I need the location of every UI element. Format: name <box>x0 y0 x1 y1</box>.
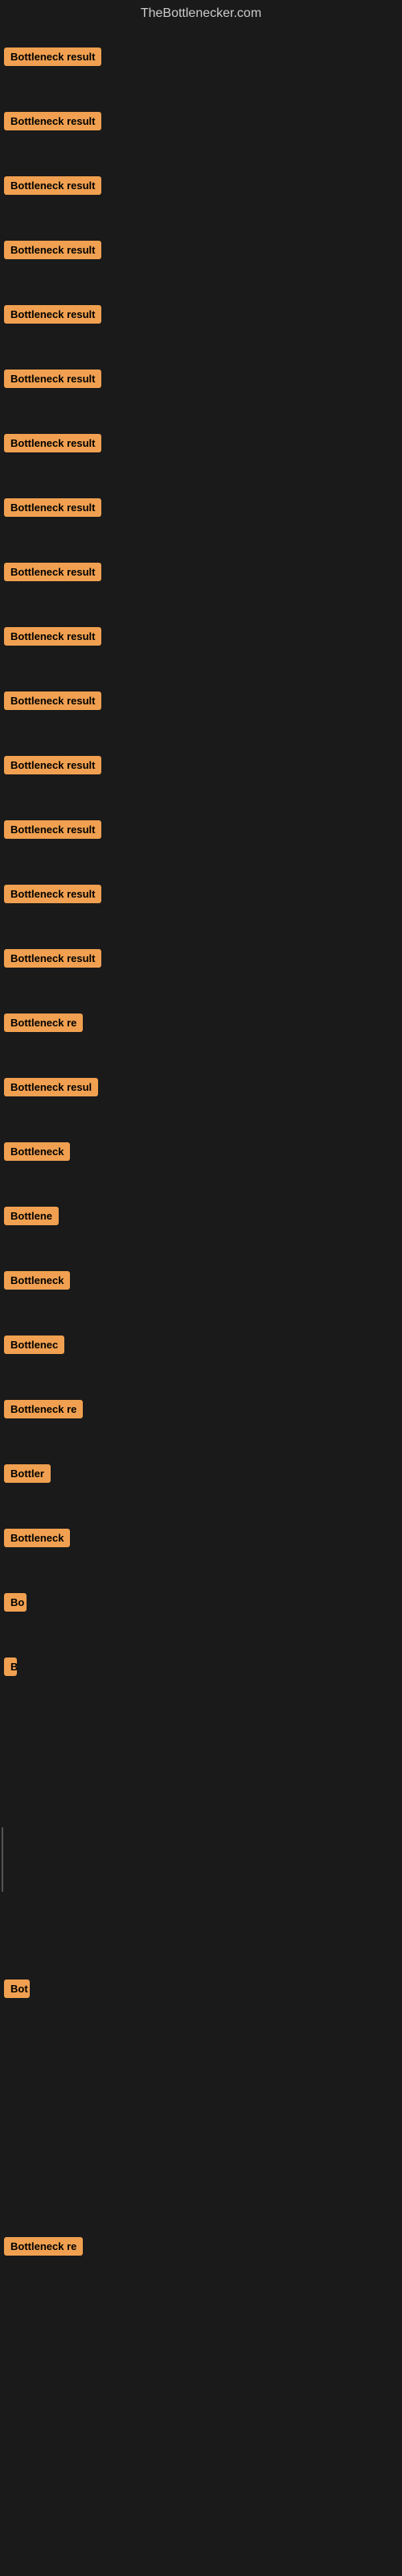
bottleneck-result-badge[interactable]: Bottleneck <box>4 1271 70 1290</box>
result-row: Bottleneck result <box>0 153 402 217</box>
result-row: Bottleneck result <box>0 733 402 797</box>
bottleneck-result-badge[interactable]: Bottleneck result <box>4 820 101 839</box>
result-row <box>0 1699 402 1763</box>
bottleneck-result-badge[interactable]: Bottleneck <box>4 1529 70 1547</box>
result-row: Bottlenec <box>0 1312 402 1377</box>
bottleneck-result-badge[interactable]: Bottleneck result <box>4 691 101 710</box>
result-row: Bottleneck re <box>0 2214 402 2278</box>
result-row: Bottlene <box>0 1183 402 1248</box>
bottleneck-result-badge[interactable]: Bottleneck result <box>4 47 101 66</box>
results-container: Bottleneck result Bottleneck result Bottle… <box>0 24 402 2471</box>
result-row: Bottleneck result <box>0 346 402 411</box>
bottleneck-result-badge[interactable]: Bottleneck result <box>4 563 101 581</box>
result-row <box>0 2085 402 2149</box>
bottleneck-result-badge[interactable]: Bottleneck re <box>4 2237 83 2256</box>
result-row: Bottleneck resul <box>0 1055 402 1119</box>
result-row: Bottleneck <box>0 1248 402 1312</box>
site-header: TheBottlenecker.com <box>0 0 402 24</box>
result-row: B <box>0 1634 402 1699</box>
result-row <box>0 2343 402 2407</box>
result-row: Bottleneck <box>0 1119 402 1183</box>
result-row: Bottleneck result <box>0 926 402 990</box>
bottleneck-result-badge[interactable]: Bottlenec <box>4 1335 64 1354</box>
bottleneck-result-badge[interactable]: Bottleneck result <box>4 112 101 130</box>
result-row: Bottleneck result <box>0 861 402 926</box>
result-row: Bot <box>0 1956 402 2021</box>
bottleneck-result-badge[interactable]: Bottleneck result <box>4 434 101 452</box>
bottleneck-result-badge[interactable]: Bottleneck result <box>4 885 101 903</box>
bottleneck-result-badge[interactable]: Bottleneck re <box>4 1013 83 1032</box>
result-row: Bottleneck result <box>0 282 402 346</box>
result-row: Bottleneck result <box>0 797 402 861</box>
bottleneck-result-badge[interactable]: Bottleneck result <box>4 176 101 195</box>
bottleneck-result-badge[interactable]: Bottleneck result <box>4 241 101 259</box>
result-row: Bottleneck result <box>0 604 402 668</box>
vertical-marker <box>2 1827 3 1892</box>
bottleneck-result-badge[interactable]: Bottleneck <box>4 1142 70 1161</box>
result-row <box>0 2149 402 2214</box>
result-row: Bottleneck result <box>0 89 402 153</box>
result-row <box>0 2021 402 2085</box>
result-row: Bottleneck re <box>0 1377 402 1441</box>
result-row <box>0 2407 402 2471</box>
result-row <box>0 1827 402 1892</box>
result-row: Bottler <box>0 1441 402 1505</box>
bottleneck-result-badge[interactable]: Bottleneck result <box>4 949 101 968</box>
bottleneck-result-badge[interactable]: Bottleneck resul <box>4 1078 98 1096</box>
result-row: Bottleneck result <box>0 24 402 89</box>
result-row: Bottleneck result <box>0 475 402 539</box>
result-row: Bottleneck <box>0 1505 402 1570</box>
bottleneck-result-badge[interactable]: Bottlene <box>4 1207 59 1225</box>
result-row <box>0 1763 402 1827</box>
result-row: Bottleneck re <box>0 990 402 1055</box>
result-row <box>0 2278 402 2343</box>
bottleneck-result-badge[interactable]: Bottleneck result <box>4 756 101 774</box>
result-row: Bottleneck result <box>0 668 402 733</box>
result-row: Bottleneck result <box>0 411 402 475</box>
result-row: Bo <box>0 1570 402 1634</box>
bottleneck-result-badge[interactable]: Bo <box>4 1593 27 1612</box>
bottleneck-result-badge[interactable]: Bottleneck result <box>4 305 101 324</box>
bottleneck-result-badge[interactable]: Bottleneck re <box>4 1400 83 1418</box>
bottleneck-result-badge[interactable]: Bottleneck result <box>4 369 101 388</box>
site-title: TheBottlenecker.com <box>0 0 402 24</box>
bottleneck-result-badge[interactable]: Bottleneck result <box>4 627 101 646</box>
bottleneck-result-badge[interactable]: Bottler <box>4 1464 51 1483</box>
result-row <box>0 1892 402 1956</box>
bottleneck-result-badge[interactable]: B <box>4 1657 17 1676</box>
bottleneck-result-badge[interactable]: Bot <box>4 1979 30 1998</box>
bottleneck-result-badge[interactable]: Bottleneck result <box>4 498 101 517</box>
result-row: Bottleneck result <box>0 217 402 282</box>
result-row: Bottleneck result <box>0 539 402 604</box>
